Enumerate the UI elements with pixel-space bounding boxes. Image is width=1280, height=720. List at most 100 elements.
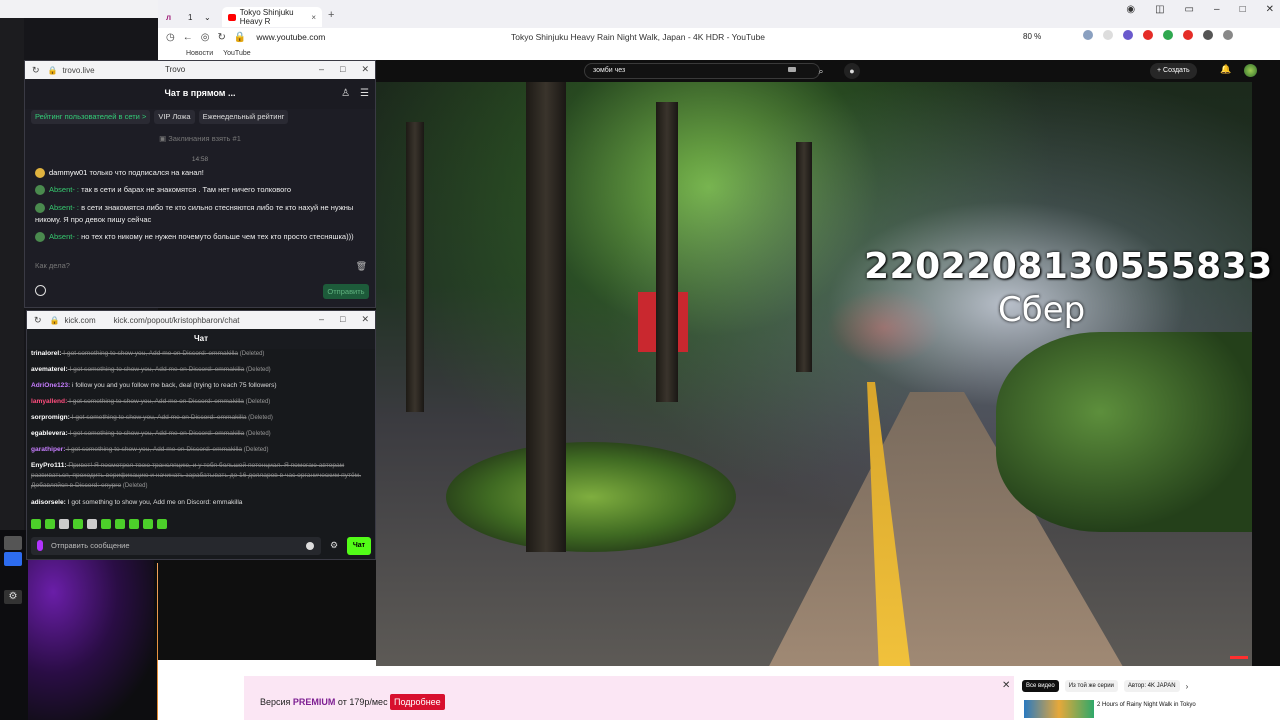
chip-series[interactable]: Из той же серии (1064, 680, 1118, 692)
home-icon[interactable]: ◎ (201, 32, 210, 43)
reload-icon[interactable]: ↻ (34, 315, 42, 326)
extension-icon[interactable] (1163, 30, 1173, 40)
message-nick[interactable]: AdriOne123: (31, 382, 70, 389)
emote-icon[interactable] (143, 519, 153, 529)
message-nick[interactable]: EnyPro111: (31, 462, 67, 469)
video-frame-tree (406, 122, 424, 412)
extension-icon[interactable] (1203, 30, 1213, 40)
background-window-art (28, 560, 154, 720)
trash-icon[interactable]: 🗑 (356, 261, 367, 272)
chip-all[interactable]: Все видео (1022, 680, 1059, 692)
emote-icon[interactable] (129, 519, 139, 529)
settings-icon[interactable] (35, 285, 46, 296)
message-nick[interactable]: sorpromign: (31, 414, 70, 421)
avatar (35, 203, 45, 214)
message-nick[interactable]: Absent- : (49, 232, 79, 241)
progress-indicator (1230, 656, 1248, 659)
extension-icon[interactable] (1083, 30, 1093, 40)
side-tool-icon[interactable] (4, 552, 22, 566)
message-nick[interactable]: egablevera: (31, 430, 68, 437)
extension-icon[interactable] (1103, 30, 1113, 40)
video-player[interactable] (376, 82, 1252, 666)
bookmark-list-icon[interactable]: ▭ (1185, 4, 1194, 15)
recommendation-title[interactable]: 2 Hours of Rainy Night Walk in Tokyo (1097, 702, 1197, 708)
mic-icon[interactable] (37, 540, 43, 551)
message-nick[interactable]: avematerel: (31, 366, 68, 373)
settings-icon[interactable]: ⚙ (4, 590, 22, 604)
new-tab-button[interactable]: + (328, 9, 334, 21)
tab-weekly-rating[interactable]: Еженедельный рейтинг (198, 110, 289, 124)
extension-icon[interactable] (1143, 30, 1153, 40)
emote-icon[interactable] (101, 519, 111, 529)
search-input[interactable]: зомби чез (584, 63, 820, 79)
notifications-icon[interactable]: 🔔 (1220, 64, 1231, 75)
message-text: I got something to show you, Add me on D… (67, 398, 244, 405)
close-icon[interactable]: ✕ (1002, 680, 1010, 691)
emoji-icon[interactable] (306, 542, 314, 550)
tab-user-rating[interactable]: Рейтинг пользователей в сети > (31, 110, 151, 124)
side-tool-icon[interactable] (4, 536, 22, 550)
extension-icon[interactable] (1183, 30, 1193, 40)
tab-youtube[interactable]: Tokyo Shinjuku Heavy R × (222, 7, 322, 27)
emote-icon[interactable] (31, 519, 41, 529)
minimize-button[interactable]: – (319, 314, 324, 325)
message-nick[interactable]: Absent- : (49, 203, 79, 212)
send-button[interactable]: Чат (347, 537, 371, 555)
reload-icon[interactable]: ↻ (217, 32, 225, 43)
tab-vip[interactable]: VIP Ложа (154, 110, 195, 124)
chevron-right-icon[interactable]: › (1186, 682, 1189, 691)
message-nick[interactable]: garathiper: (31, 446, 65, 453)
emote-icon[interactable] (59, 519, 69, 529)
create-button[interactable]: + Создать (1150, 63, 1197, 79)
search-icon[interactable]: ⌕ (812, 63, 830, 79)
keyboard-icon[interactable] (788, 67, 796, 72)
message-nick[interactable]: dammyw01 (49, 168, 87, 177)
spell-banner[interactable]: ▣ Заклинания взять #1 (25, 134, 375, 143)
mic-icon[interactable]: ● (844, 63, 860, 79)
reload-icon[interactable]: ↻ (32, 65, 40, 76)
emote-icon[interactable] (115, 519, 125, 529)
tabs-icon[interactable]: ◫ (1155, 4, 1164, 15)
url-field[interactable]: www.youtube.com (256, 32, 325, 42)
tab-counter[interactable]: 1 (188, 7, 192, 27)
close-window-button[interactable]: ✕ (361, 64, 369, 75)
maximize-button[interactable]: □ (340, 64, 345, 75)
close-icon[interactable]: × (311, 13, 316, 22)
chevron-down-icon[interactable]: ⌄ (204, 7, 211, 27)
maximize-button[interactable]: □ (340, 314, 345, 325)
tab-title: Tokyo Shinjuku Heavy R (239, 8, 294, 26)
chat-input[interactable]: Как дела? (31, 258, 369, 274)
bookmark-news[interactable]: Новости (186, 50, 213, 57)
deleted-tag: (Deleted) (242, 447, 269, 453)
message-input[interactable]: Отправить сообщение (31, 537, 321, 555)
message-nick[interactable]: Absent- : (49, 185, 79, 194)
bookmark-youtube[interactable]: YouTube (223, 50, 251, 57)
minimize-button[interactable]: – (1214, 4, 1220, 15)
close-window-button[interactable]: ✕ (361, 314, 369, 325)
minimize-button[interactable]: – (319, 64, 324, 75)
close-window-button[interactable]: ✕ (1266, 4, 1274, 15)
user-list-icon[interactable]: ☰ (360, 88, 369, 99)
zoom-level[interactable]: 80 % (1023, 32, 1041, 41)
download-icon[interactable] (1223, 30, 1233, 40)
profile-icon[interactable]: ◉ (1126, 4, 1135, 15)
user-icon[interactable]: ♙ (341, 88, 350, 99)
chip-author[interactable]: Автор: 4K JAPAN (1123, 680, 1180, 692)
history-icon[interactable]: ◷ (166, 32, 175, 43)
emote-icon[interactable] (157, 519, 167, 529)
message-nick[interactable]: adisorsele: (31, 499, 66, 506)
avatar[interactable] (1244, 64, 1257, 77)
send-button[interactable]: Отправить (323, 284, 369, 299)
back-icon[interactable]: ← (183, 32, 193, 43)
emote-icon[interactable] (45, 519, 55, 529)
extension-icon[interactable] (1123, 30, 1133, 40)
maximize-button[interactable]: □ (1240, 4, 1246, 15)
emote-icon[interactable] (73, 519, 83, 529)
message-nick[interactable]: lamyallend: (31, 398, 67, 405)
browser-logo-icon[interactable]: л (166, 7, 171, 27)
recommendation-thumbnail[interactable] (1024, 700, 1094, 718)
gear-icon[interactable]: ⚙ (330, 540, 338, 551)
premium-details-button[interactable]: Подробнее (390, 694, 445, 710)
message-nick[interactable]: trinalorel: (31, 350, 61, 357)
emote-icon[interactable] (87, 519, 97, 529)
